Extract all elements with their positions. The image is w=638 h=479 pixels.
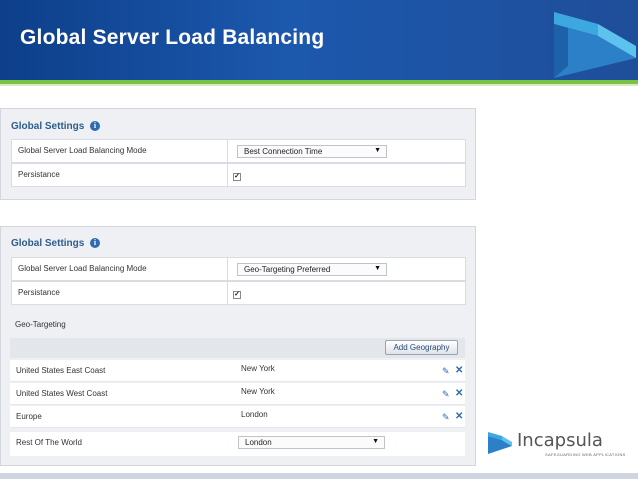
lb-mode-row: Global Server Load Balancing Mode Geo-Ta… bbox=[11, 257, 466, 281]
geo-city: New York bbox=[241, 387, 275, 396]
bottom-bar bbox=[0, 473, 638, 479]
panel-title: Global Settings bbox=[11, 121, 85, 132]
delete-x-icon[interactable]: ✕ bbox=[455, 365, 463, 376]
brand-tagline: SAFEGUARDING WEB APPLICATIONS bbox=[545, 452, 626, 457]
lb-mode-select[interactable]: Best Connection Time ▼ bbox=[237, 145, 387, 158]
chevron-logo-icon bbox=[554, 12, 636, 78]
dropdown-arrow-icon: ▼ bbox=[374, 265, 381, 272]
accent-stripe-light bbox=[0, 84, 638, 86]
slide-banner: Global Server Load Balancing bbox=[0, 0, 638, 80]
panel-title: Global Settings bbox=[11, 238, 85, 249]
info-icon[interactable]: i bbox=[90, 238, 100, 248]
geo-region: Rest Of The World bbox=[16, 438, 82, 447]
rest-of-world-select[interactable]: London ▼ bbox=[238, 436, 385, 449]
info-icon[interactable]: i bbox=[90, 121, 100, 131]
persistance-row: Persistance ✓ bbox=[11, 163, 466, 187]
geo-region: Europe bbox=[16, 412, 42, 421]
incapsula-logo-icon bbox=[488, 432, 512, 454]
lb-mode-label: Global Server Load Balancing Mode bbox=[18, 264, 147, 273]
persistance-label: Persistance bbox=[18, 170, 60, 179]
geo-row: Europe London ✎ ✕ bbox=[10, 406, 465, 428]
persistance-checkbox[interactable]: ✓ bbox=[233, 173, 241, 181]
brand-name: Incapsula bbox=[517, 430, 603, 451]
persistance-row: Persistance ✓ bbox=[11, 281, 466, 305]
edit-pencil-icon[interactable]: ✎ bbox=[442, 412, 450, 423]
geo-city: London bbox=[241, 410, 268, 419]
rest-of-world-value: London bbox=[245, 438, 272, 447]
delete-x-icon[interactable]: ✕ bbox=[455, 388, 463, 399]
geo-region: United States East Coast bbox=[16, 366, 106, 375]
geo-region: United States West Coast bbox=[16, 389, 108, 398]
geo-row: United States East Coast New York ✎ ✕ bbox=[10, 360, 465, 382]
lb-mode-label: Global Server Load Balancing Mode bbox=[18, 146, 147, 155]
dropdown-arrow-icon: ▼ bbox=[372, 438, 379, 445]
persistance-label: Persistance bbox=[18, 288, 60, 297]
lb-mode-select[interactable]: Geo-Targeting Preferred ▼ bbox=[237, 263, 387, 276]
geo-row: Rest Of The World London ▼ bbox=[10, 432, 465, 456]
delete-x-icon[interactable]: ✕ bbox=[455, 411, 463, 422]
edit-pencil-icon[interactable]: ✎ bbox=[442, 389, 450, 400]
geo-targeting-label: Geo-Targeting bbox=[15, 320, 66, 329]
lb-mode-value: Best Connection Time bbox=[244, 147, 323, 156]
persistance-checkbox[interactable]: ✓ bbox=[233, 291, 241, 299]
lb-mode-value: Geo-Targeting Preferred bbox=[244, 265, 331, 274]
add-geography-button[interactable]: Add Geography bbox=[385, 340, 458, 355]
dropdown-arrow-icon: ▼ bbox=[374, 147, 381, 154]
global-settings-panel-1: Global Settings i Global Server Load Bal… bbox=[0, 108, 476, 200]
geo-row: United States West Coast New York ✎ ✕ bbox=[10, 383, 465, 405]
lb-mode-row: Global Server Load Balancing Mode Best C… bbox=[11, 139, 466, 163]
slide-title: Global Server Load Balancing bbox=[20, 26, 325, 49]
edit-pencil-icon[interactable]: ✎ bbox=[442, 366, 450, 377]
geo-city: New York bbox=[241, 364, 275, 373]
